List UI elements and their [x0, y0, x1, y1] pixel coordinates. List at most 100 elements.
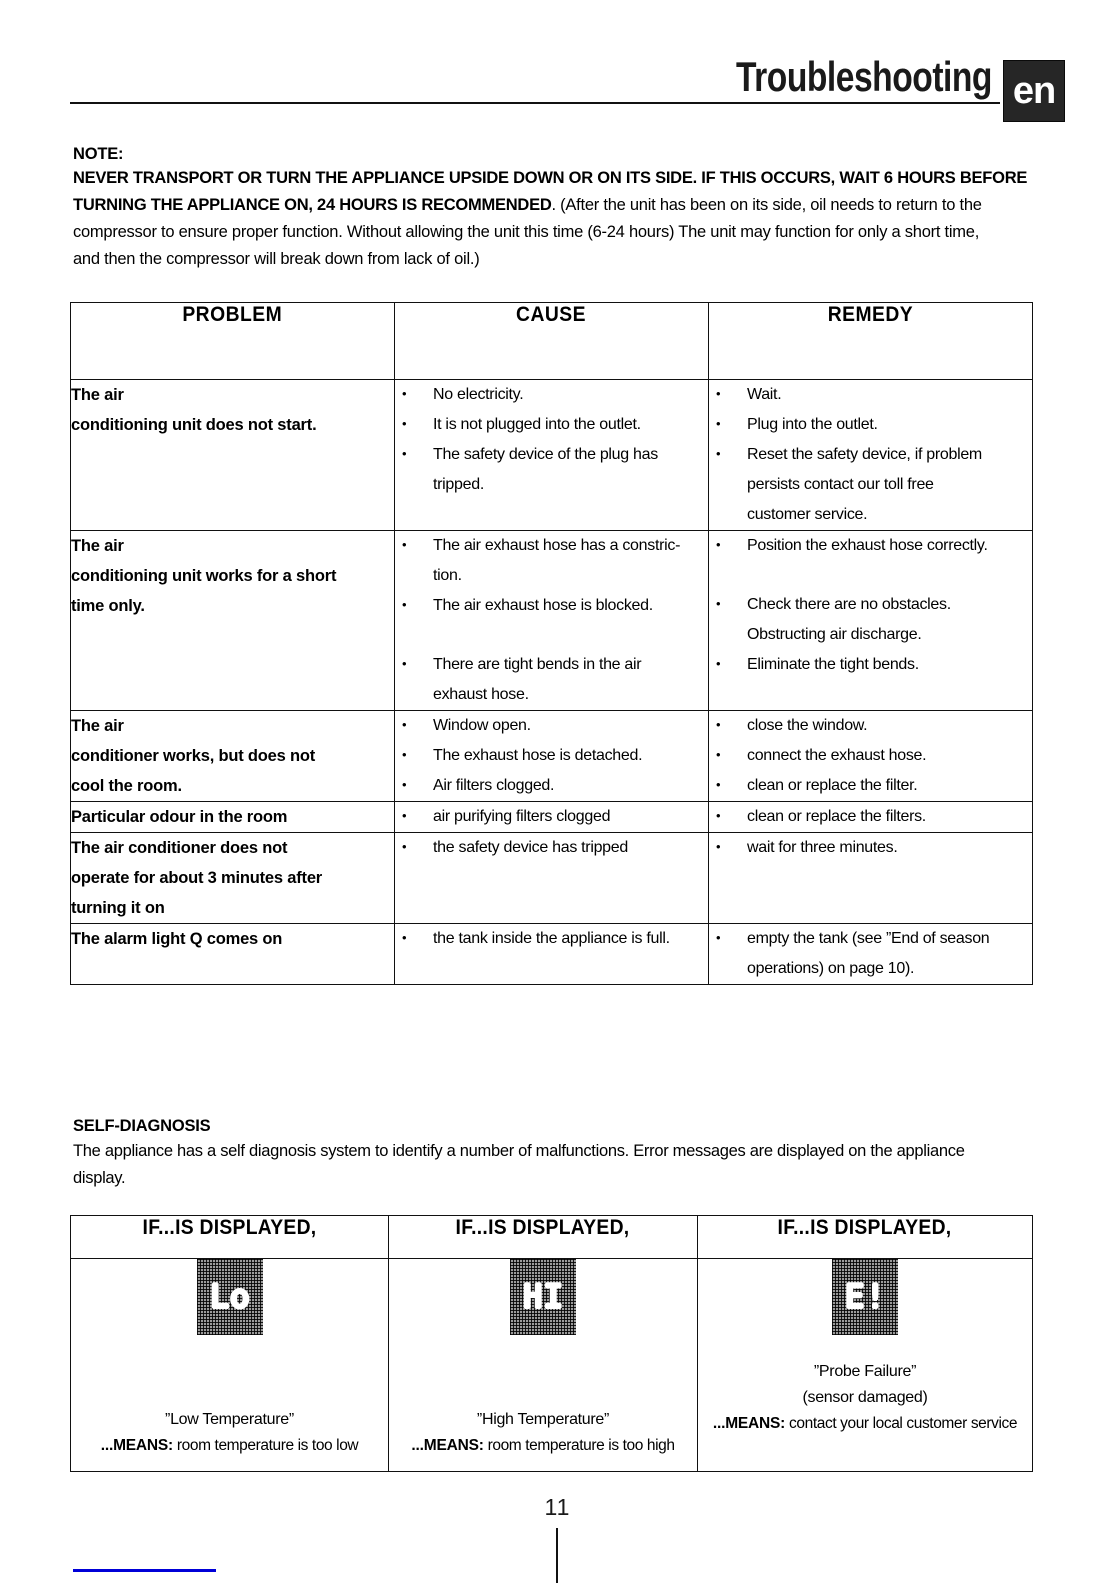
list-item-line: Reset the safety device, if problem [747, 446, 982, 463]
list-item-line: connect the exhaust hose. [747, 747, 927, 764]
cell-problem: The air conditioning unit works for a sho… [70, 530, 395, 711]
note-warning-line-1: NEVER TRANSPORT OR TURN THE APPLIANCE UP… [73, 165, 1063, 192]
led-display-code: Lo [209, 1277, 250, 1317]
cell-remedy: close the window. connect the exhaust hos… [708, 710, 1033, 802]
self-diagnosis-caption: ”High Temperature” [476, 1411, 610, 1428]
problem-text-line: The air [71, 717, 124, 735]
self-diagnosis-caption: ”Probe Failure” [813, 1363, 917, 1380]
note-body-line-4: and then the compressor will break down … [73, 250, 480, 268]
self-diagnosis-body-row: Lo ”Low Temperature” ...MEANS: room temper… [70, 1258, 1033, 1472]
problem-text: The alarm light Q comes on [71, 924, 394, 954]
list-item-line: exhaust hose. [433, 686, 529, 703]
note-body-line-3: compressor to ensure proper function. Wi… [73, 223, 980, 241]
list-item: the safety device has tripped [395, 832, 708, 863]
page-title: Troubleshooting [736, 53, 992, 100]
cell-remedy: empty the tank (see ”End of season operat… [708, 923, 1033, 985]
list-item: air purifying filters clogged [395, 801, 708, 832]
list-item: wait for three minutes. [709, 832, 1032, 863]
list-item-line: There are tight bends in the air [433, 656, 642, 673]
led-display-code: E! [844, 1277, 886, 1317]
list-item: clean or replace the filter. [709, 770, 1032, 801]
note-warning-bold-1: NEVER TRANSPORT OR TURN THE APPLIANCE UP… [73, 169, 1028, 187]
list-item-line: customer service. [747, 506, 868, 523]
cell-problem: The air conditioner works, but does not co… [70, 710, 395, 802]
cell-remedy: clean or replace the filters. [708, 801, 1033, 833]
column-header-problem: PROBLEM [70, 302, 395, 380]
list-item: Eliminate the tight bends. [709, 649, 1032, 680]
list-item-line: the safety device has tripped [433, 839, 628, 856]
self-diagnosis-subcaption: (sensor damaged) [802, 1389, 928, 1406]
table-header-row: PROBLEM CAUSE REMEDY [70, 302, 1033, 380]
self-diagnosis-header-row: IF...IS DISPLAYED, IF...IS DISPLAYED, IF..… [70, 1215, 1033, 1259]
self-diagnosis-caption: ”Low Temperature” [165, 1411, 294, 1428]
remedy-list: empty the tank (see ”End of season operat… [709, 923, 1032, 984]
table-row: The air conditioning unit works for a sho… [70, 530, 1033, 711]
list-item: clean or replace the filters. [709, 801, 1032, 832]
self-diagnosis-cell-1: Lo ”Low Temperature” ...MEANS: room temper… [70, 1258, 389, 1472]
self-diagnosis-column-header-1: IF...IS DISPLAYED, [70, 1215, 389, 1259]
list-item: The safety device of the plug has tripped… [395, 439, 708, 500]
list-item: No electricity. [395, 379, 708, 410]
remedy-list: clean or replace the filters. [709, 801, 1032, 832]
list-item-line: Wait. [747, 386, 782, 403]
list-item-line: air purifying filters clogged [433, 808, 611, 825]
self-diagnosis-column-header-label: IF...IS DISPLAYED, [778, 1216, 952, 1239]
table-row: The air conditioner does not operate for … [70, 832, 1033, 924]
self-diagnosis-means: ...MEANS: room temperature is too high [389, 1433, 697, 1459]
self-diagnosis-table: IF...IS DISPLAYED, IF...IS DISPLAYED, IF..… [70, 1215, 1033, 1472]
problem-text-line: conditioner works, but does not [71, 747, 316, 765]
list-item: It is not plugged into the outlet. [395, 409, 708, 440]
spine-registration-mark [556, 1528, 558, 1583]
led-display-low-temperature: Lo [196, 1259, 263, 1335]
list-item-line: operations) on page 10). [747, 960, 915, 977]
self-diagnosis-cell-2: HI ”High Temperature” ...MEANS: room tempe… [388, 1258, 698, 1472]
table-row: The air conditioner works, but does not co… [70, 710, 1033, 802]
table-row: The alarm light Q comes on the tank insid… [70, 923, 1033, 985]
cause-list: air purifying filters clogged [395, 801, 708, 832]
problem-text-line: conditioning unit does not start. [71, 416, 317, 434]
remedy-list: wait for three minutes. [709, 832, 1032, 863]
cell-remedy: Wait. Plug into the outlet. Reset the safe… [708, 379, 1033, 531]
list-item-line: tripped. [433, 476, 484, 493]
cell-remedy: Position the exhaust hose correctly. Chec… [708, 530, 1033, 711]
cell-problem: The air conditioner does not operate for … [70, 832, 395, 924]
remedy-list: Position the exhaust hose correctly. Chec… [709, 530, 1032, 680]
list-item-line: The safety device of the plug has [433, 446, 658, 463]
self-diagnosis-body-line: The appliance has a self diagnosis syste… [73, 1142, 965, 1160]
list-item: There are tight bends in the air exhaust … [395, 649, 708, 710]
problem-text-line: time only. [71, 597, 145, 615]
self-diagnosis-title: SELF-DIAGNOSIS [73, 1117, 211, 1135]
list-item-line: Air filters clogged. [433, 777, 555, 794]
self-diagnosis-intro: SELF-DIAGNOSIS The appliance has a self … [73, 1114, 1053, 1192]
problem-text-line: The alarm light Q comes on [71, 930, 283, 948]
problem-text-line: operate for about 3 minutes after [71, 869, 323, 887]
problem-text-line: The air [71, 537, 124, 555]
problem-text-line: The air [71, 386, 124, 404]
list-item-line: clean or replace the filters. [747, 808, 926, 825]
list-item: Wait. [709, 379, 1032, 410]
list-item: Check there are no obstacles. Obstructing… [709, 589, 1032, 650]
list-item-line: Window open. [433, 717, 531, 734]
cell-problem: Particular odour in the room [70, 801, 395, 833]
cause-list: the safety device has tripped [395, 832, 708, 863]
list-item-line: close the window. [747, 717, 868, 734]
column-header-remedy-label: REMEDY [827, 303, 914, 326]
cell-cause: the tank inside the appliance is full. [394, 923, 709, 985]
list-item: empty the tank (see ”End of season operat… [709, 923, 1032, 984]
document-page: Troubleshooting en NOTE: NEVER TRANSPORT… [0, 0, 1115, 1583]
list-item: The air exhaust hose has a constric-tion… [395, 530, 708, 591]
cell-cause: The air exhaust hose has a constric-tion… [394, 530, 709, 711]
list-item: The exhaust hose is detached. [395, 740, 708, 771]
cell-remedy: wait for three minutes. [708, 832, 1033, 924]
list-item-line: It is not plugged into the outlet. [433, 416, 641, 433]
cell-cause: No electricity. It is not plugged into th… [394, 379, 709, 531]
self-diagnosis-column-header-2: IF...IS DISPLAYED, [388, 1215, 698, 1259]
list-item-line: The air exhaust hose has a constric- [433, 537, 681, 554]
list-item-line: Eliminate the tight bends. [747, 656, 919, 673]
list-item-line: wait for three minutes. [747, 839, 898, 856]
list-item-line: empty the tank (see ”End of season [747, 930, 990, 947]
problem-text-line: Particular odour in the room [71, 808, 288, 826]
list-item: Position the exhaust hose correctly. [709, 530, 1032, 561]
problem-text-line: conditioning unit works for a short [71, 567, 337, 585]
note-warning-bold-2: TURNING THE APPLIANCE ON, 24 HOURS IS RE… [73, 196, 552, 214]
